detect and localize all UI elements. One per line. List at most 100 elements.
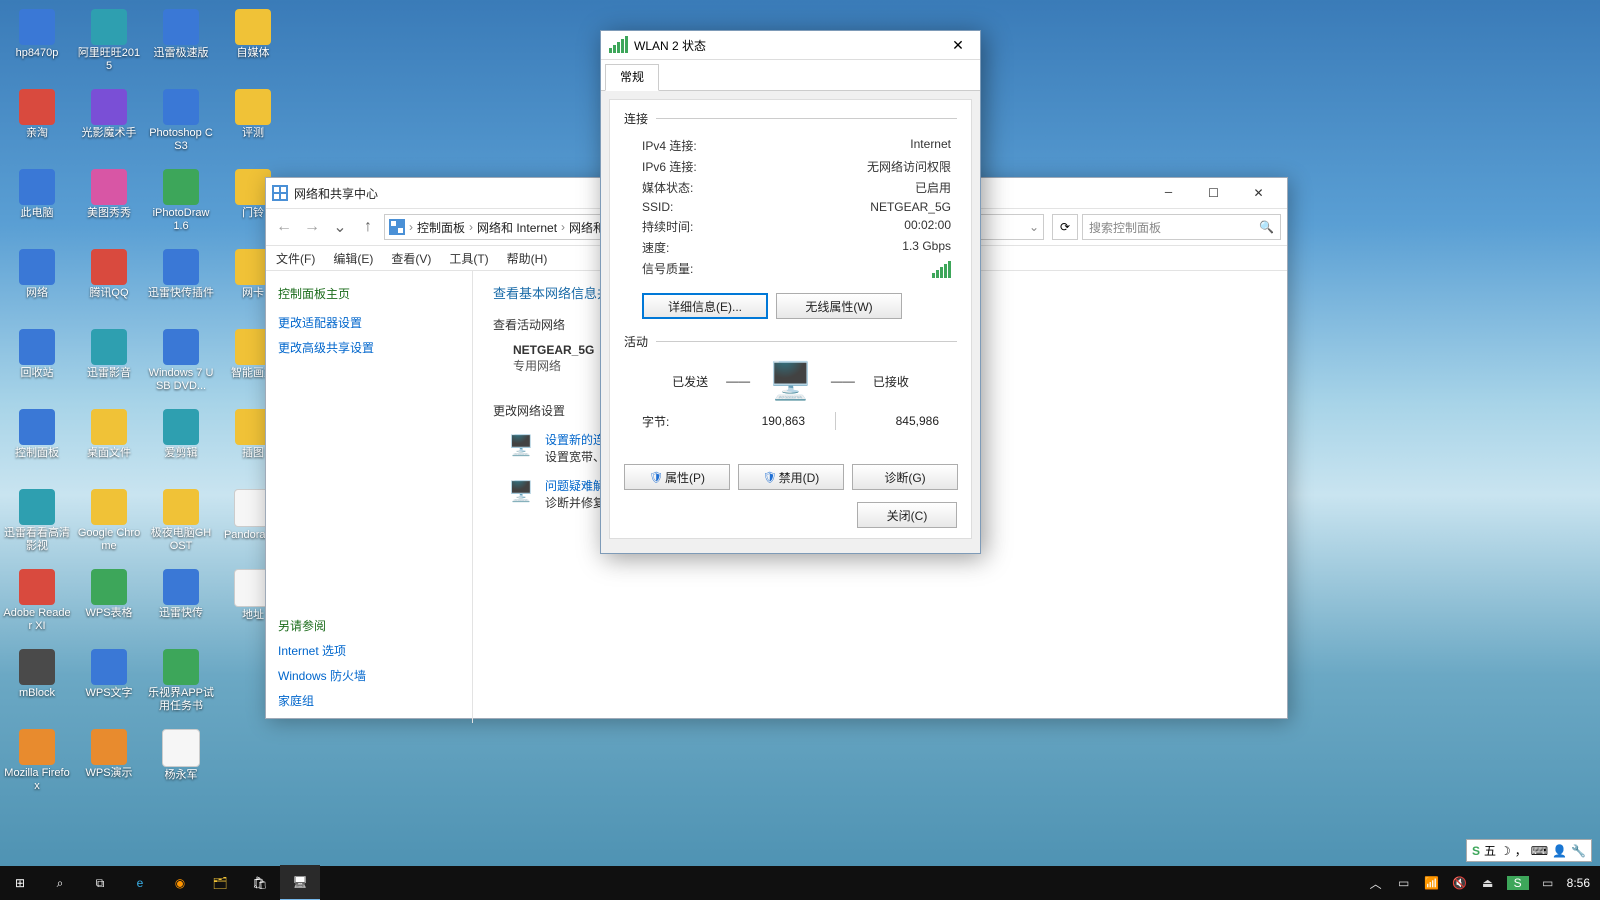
tray-action-center-icon[interactable]: ▭ — [1539, 876, 1557, 890]
taskbar-settings[interactable]: 🖥 — [280, 865, 320, 900]
ime-punct[interactable]: ， — [1515, 842, 1527, 859]
nav-forward[interactable]: → — [300, 215, 324, 239]
desktop-icon[interactable]: 迅雷快传 — [146, 567, 216, 645]
desktop-icon[interactable]: Photoshop CS3 — [146, 87, 216, 165]
tray-ime-icon[interactable]: S — [1507, 876, 1529, 890]
desktop-icon[interactable]: 迅雷影音 — [74, 327, 144, 405]
ime-mode[interactable]: 五 — [1484, 842, 1496, 859]
link-internet-options[interactable]: Internet 选项 — [278, 642, 460, 659]
desktop-icon[interactable]: 亲淘 — [2, 87, 72, 165]
start-button[interactable]: ⊞ — [0, 866, 40, 900]
desktop-icon[interactable]: hp8470p — [2, 7, 72, 85]
dialog-content: 连接 IPv4 连接:InternetIPv6 连接:无网络访问权限媒体状态:已… — [609, 99, 972, 539]
nav-recent[interactable]: ⌄ — [328, 215, 352, 239]
desktop-icon[interactable]: 此电脑 — [2, 167, 72, 245]
tray-battery-icon[interactable]: ▭ — [1395, 876, 1413, 890]
tray-usb-icon[interactable]: ⏏ — [1479, 876, 1497, 890]
taskbar-store[interactable]: 🛍 — [240, 866, 280, 900]
desktop-icon[interactable]: Adobe Reader XI — [2, 567, 72, 645]
ime-keyboard-icon[interactable]: ⌨ — [1531, 844, 1548, 858]
menu-tools[interactable]: 工具(T) — [449, 250, 488, 267]
minimize-button[interactable]: ─ — [1146, 179, 1191, 208]
desktop-icon[interactable]: 迅雷看看高清影视 — [2, 487, 72, 565]
details-button[interactable]: 详细信息(E)... — [642, 293, 768, 319]
control-panel-home[interactable]: 控制面板主页 — [278, 285, 460, 302]
taskbar-firefox[interactable]: ◉ — [160, 866, 200, 900]
icon-label: 迅雷快传插件 — [148, 287, 214, 300]
desktop-icon[interactable]: 爱剪辑 — [146, 407, 216, 485]
crumb-1[interactable]: 网络和 Internet — [477, 219, 557, 236]
tab-general[interactable]: 常规 — [605, 64, 659, 91]
desktop-icon[interactable]: 杨永军 — [146, 727, 216, 805]
icon-label: 亲淘 — [26, 127, 48, 140]
dialog-titlebar[interactable]: WLAN 2 状态 ✕ — [601, 31, 980, 60]
app-icon — [163, 89, 199, 125]
taskbar-explorer[interactable]: 🗂 — [200, 866, 240, 900]
link-sharing-settings[interactable]: 更改高级共享设置 — [278, 339, 460, 356]
maximize-button[interactable]: ☐ — [1191, 179, 1236, 208]
nav-up[interactable]: ↑ — [356, 215, 380, 239]
desktop-icon[interactable]: iPhotoDraw 1.6 — [146, 167, 216, 245]
see-also-label: 另请参阅 — [278, 617, 460, 634]
ime-user-icon[interactable]: 👤 — [1552, 844, 1567, 858]
disable-button[interactable]: 🛡禁用(D) — [738, 464, 844, 490]
app-icon — [163, 409, 199, 445]
wireless-properties-button[interactable]: 无线属性(W) — [776, 293, 902, 319]
desktop-icon[interactable]: WPS文字 — [74, 647, 144, 725]
close-button[interactable]: ✕ — [1236, 179, 1281, 208]
desktop-icon[interactable] — [218, 727, 288, 805]
desktop-icon[interactable]: WPS演示 — [74, 727, 144, 805]
menu-file[interactable]: 文件(F) — [276, 250, 315, 267]
desktop-icons: hp8470p阿里旺旺2015迅雷极速版自媒体亲淘 光影魔术手Photoshop … — [0, 5, 290, 807]
crumb-0[interactable]: 控制面板 — [417, 219, 465, 236]
desktop-icon[interactable]: 网络 — [2, 247, 72, 325]
desktop-icon[interactable]: 光影魔术手 — [74, 87, 144, 165]
diagnose-button[interactable]: 诊断(G) — [852, 464, 958, 490]
search-input[interactable]: 搜索控制面板 🔍 — [1082, 214, 1281, 240]
desktop-icon[interactable]: mBlock — [2, 647, 72, 725]
desktop-icon[interactable]: 桌面文件 — [74, 407, 144, 485]
taskbar-edge[interactable]: e — [120, 866, 160, 900]
menu-edit[interactable]: 编辑(E) — [333, 250, 373, 267]
tray-wifi-icon[interactable]: 📶 — [1423, 876, 1441, 890]
desktop-icon[interactable]: 阿里旺旺2015 — [74, 7, 144, 85]
app-icon — [91, 569, 127, 605]
link-adapter-settings[interactable]: 更改适配器设置 — [278, 314, 460, 331]
desktop-icon[interactable]: 迅雷快传插件 — [146, 247, 216, 325]
ime-settings-icon[interactable]: 🔧 — [1571, 844, 1586, 858]
link-firewall[interactable]: Windows 防火墙 — [278, 667, 460, 684]
desktop-icon[interactable]: 控制面板 — [2, 407, 72, 485]
tray-overflow[interactable]: ︿ — [1367, 875, 1385, 892]
nav-back[interactable]: ← — [272, 215, 296, 239]
desktop-icon[interactable]: 乐视界APP试用任务书 — [146, 647, 216, 725]
search-button[interactable]: ⌕ — [40, 866, 80, 900]
desktop-icon[interactable]: Mozilla Firefox — [2, 727, 72, 805]
properties-button[interactable]: 🛡属性(P) — [624, 464, 730, 490]
dialog-close-button-bottom[interactable]: 关闭(C) — [857, 502, 957, 528]
dialog-close-button[interactable]: ✕ — [944, 34, 972, 56]
ime-toolbar[interactable]: S 五 ☽ ， ⌨ 👤 🔧 — [1466, 839, 1592, 862]
clock[interactable]: 8:56 — [1567, 876, 1590, 890]
desktop-icon[interactable]: WPS表格 — [74, 567, 144, 645]
tray-volume-icon[interactable]: 🔇 — [1451, 876, 1469, 890]
menu-view[interactable]: 查看(V) — [391, 250, 431, 267]
desktop-icon[interactable]: Windows 7 USB DVD... — [146, 327, 216, 405]
troubleshoot-icon: 🖥️ — [507, 477, 535, 505]
desktop-icon[interactable]: Google Chrome — [74, 487, 144, 565]
bytes-label: 字节: — [642, 413, 702, 430]
status-row: SSID:NETGEAR_5G — [624, 198, 957, 216]
desktop-icon[interactable]: 评测 — [218, 87, 288, 165]
desktop-icon[interactable]: 腾讯QQ — [74, 247, 144, 325]
desktop-icon[interactable]: 自媒体 — [218, 7, 288, 85]
icon-label: 桌面文件 — [87, 447, 131, 460]
desktop-icon[interactable]: 迅雷极速版 — [146, 7, 216, 85]
menu-help[interactable]: 帮助(H) — [507, 250, 548, 267]
desktop-icon[interactable]: 美图秀秀 — [74, 167, 144, 245]
link-homegroup[interactable]: 家庭组 — [278, 692, 460, 709]
icon-label: Mozilla Firefox — [3, 767, 71, 793]
desktop-icon[interactable]: 回收站 — [2, 327, 72, 405]
ime-moon-icon[interactable]: ☽ — [1500, 844, 1511, 858]
desktop-icon[interactable]: 极夜电脑GHOST — [146, 487, 216, 565]
refresh-button[interactable]: ⟳ — [1052, 214, 1078, 240]
task-view-button[interactable]: ⧉ — [80, 866, 120, 900]
